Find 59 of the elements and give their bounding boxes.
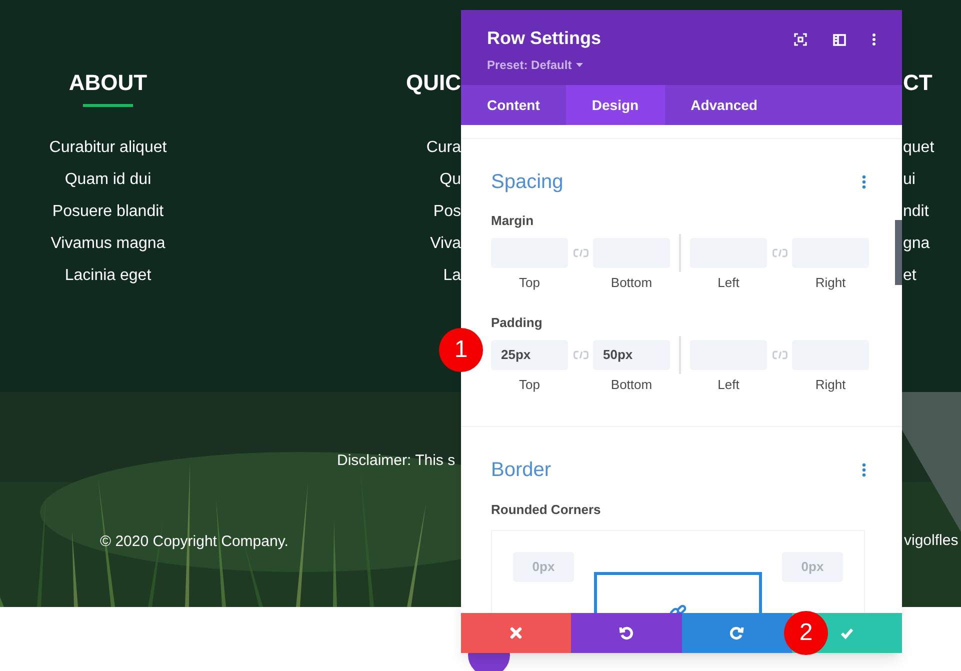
field-caption: Right (815, 274, 846, 292)
column-heading: CT (903, 69, 932, 96)
modal-title: Row Settings (487, 27, 602, 50)
link-icon[interactable] (770, 350, 788, 360)
close-icon (509, 626, 524, 640)
footer-link[interactable]: La (426, 264, 461, 296)
fullscreen-icon[interactable] (794, 33, 807, 46)
preset-dropdown[interactable]: Preset: Default (487, 56, 583, 74)
field-label: Padding (491, 314, 544, 332)
column-heading: QUIC (406, 69, 461, 96)
redo-icon (730, 626, 744, 640)
footer-text: vigolfles (904, 531, 958, 551)
field-label: Rounded Corners (491, 501, 602, 519)
field-caption: Bottom (610, 274, 652, 292)
footer-link[interactable]: Quam id dui (49, 168, 167, 200)
footer-link[interactable]: Posuere blandit (49, 200, 167, 232)
footer-link[interactable]: et (903, 264, 934, 296)
input-field[interactable]: 25px (491, 340, 568, 370)
link-icon[interactable] (572, 248, 590, 258)
tab[interactable]: Advanced (664, 85, 784, 125)
footer-link[interactable]: gna (903, 232, 934, 264)
footer-link[interactable]: Viva (426, 232, 461, 264)
input-field[interactable]: 0px (782, 552, 843, 582)
disclaimer-text: Disclaimer: This s (337, 452, 456, 469)
scrollbar-thumb[interactable] (895, 220, 902, 285)
sidebar-layout-icon[interactable] (833, 34, 846, 46)
footer-link[interactable]: ui (903, 168, 934, 200)
undo-icon (619, 626, 634, 640)
redo-button[interactable] (682, 613, 792, 653)
check-icon (840, 626, 854, 640)
footer-link[interactable]: Cura (426, 136, 461, 168)
field-caption: Left (718, 376, 740, 394)
column-heading: ABOUT (68, 69, 148, 96)
footer-link[interactable]: ndit (903, 200, 934, 232)
field-caption: Top (519, 376, 540, 394)
copyright-text: © 2020 Copyright Company. (100, 533, 288, 550)
cancel-button[interactable] (461, 613, 572, 653)
field-caption: Right (815, 376, 846, 394)
link-icon[interactable] (770, 248, 788, 258)
footer-link[interactable]: quet (903, 136, 934, 168)
footer-link[interactable]: Curabitur aliquet (49, 136, 167, 168)
footer-link[interactable]: Lacinia eget (49, 264, 167, 296)
footer-link[interactable]: Pos (426, 200, 461, 232)
caret-icon (576, 63, 583, 67)
input-field[interactable]: 0px (513, 552, 574, 582)
footer-link[interactable]: Qu (426, 168, 461, 200)
input-field[interactable]: 50px (593, 340, 670, 370)
undo-button[interactable] (571, 613, 682, 653)
field-caption: Left (718, 274, 740, 292)
tab[interactable]: Design (566, 85, 665, 125)
link-icon[interactable] (572, 350, 590, 360)
field-caption: Top (519, 274, 540, 292)
footer-link[interactable]: Vivamus magna (49, 232, 167, 264)
field-caption: Bottom (610, 376, 652, 394)
tab[interactable]: Content (461, 85, 566, 125)
more-options-icon[interactable] (862, 175, 866, 189)
more-options-icon[interactable] (862, 463, 866, 477)
field-label: Margin (491, 212, 535, 230)
more-options-icon[interactable] (872, 33, 876, 46)
